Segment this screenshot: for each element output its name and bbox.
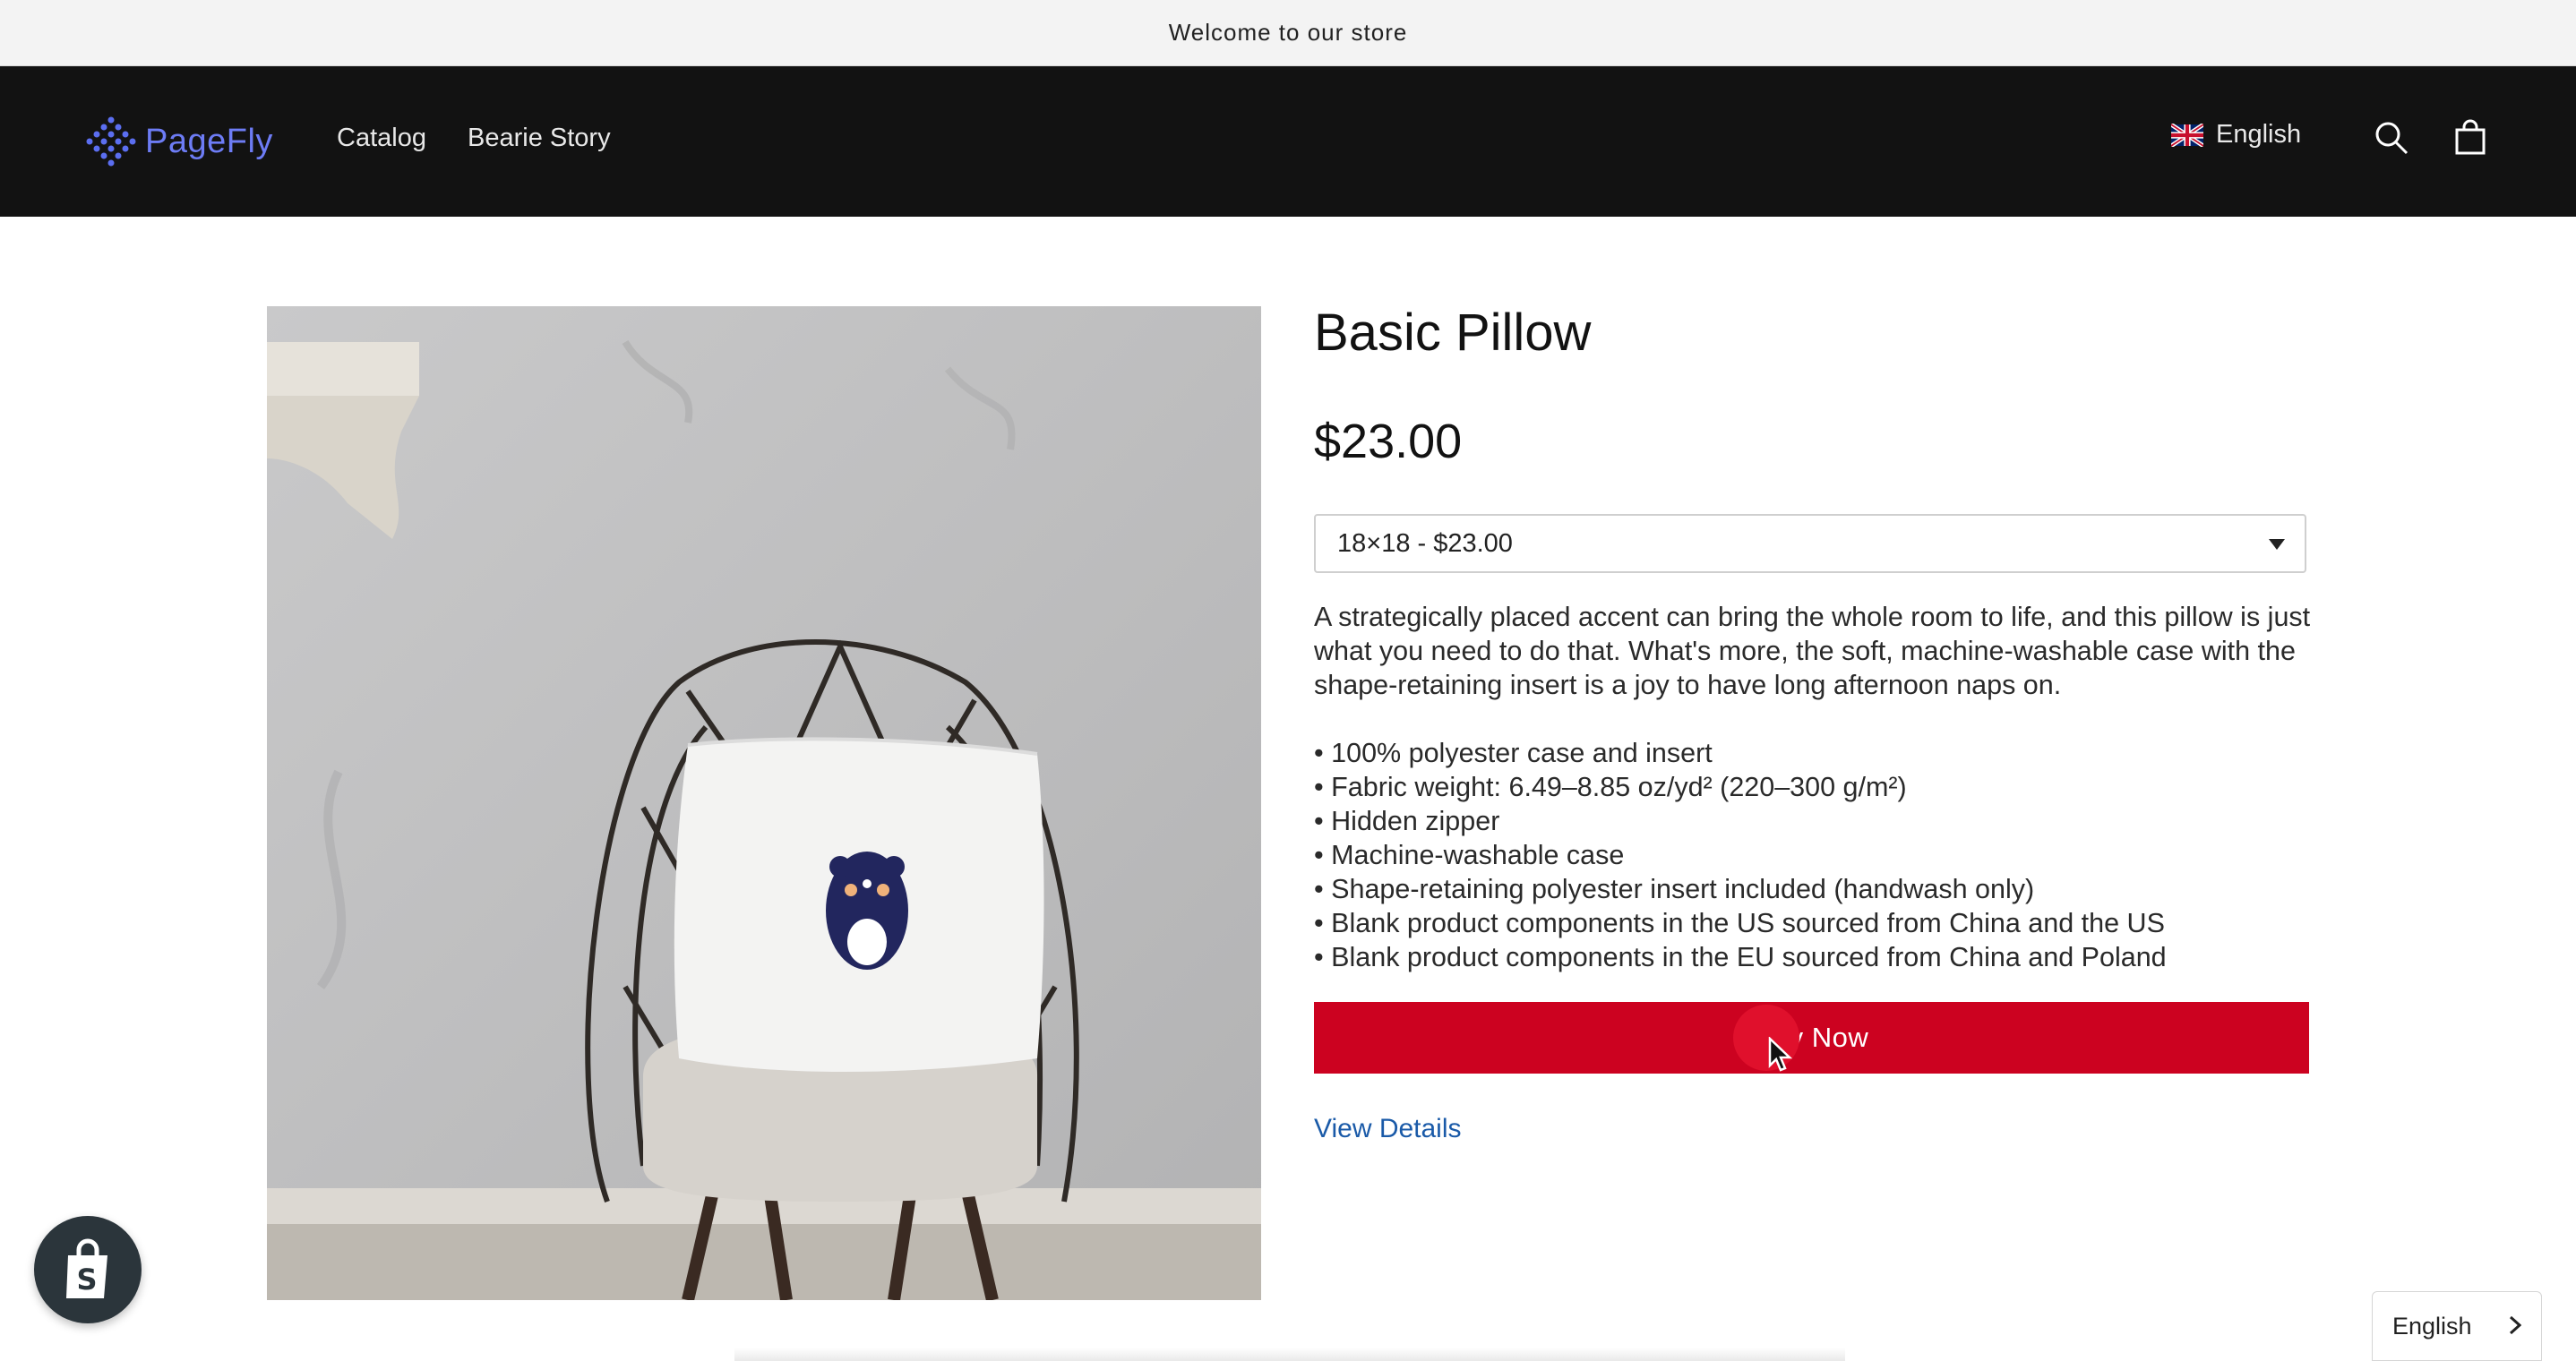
view-details-link[interactable]: View Details [1314,1114,1462,1144]
feature-item: • Blank product components in the EU sou… [1314,942,2167,972]
announcement-text: Welcome to our store [1168,19,1408,46]
shopify-badge[interactable]: S [34,1216,142,1323]
variant-select[interactable]: 18×18 - $23.00 [1314,514,2306,573]
svg-text:S: S [76,1263,97,1297]
mouse-cursor-icon [1768,1037,1793,1072]
cart-button[interactable] [2447,115,2494,161]
chevron-right-icon [2509,1315,2521,1335]
feature-item: • 100% polyester case and insert [1314,738,1713,768]
logo-link[interactable]: PageFly [86,113,273,170]
product-description: A strategically placed accent can bring … [1314,600,2326,974]
language-label: English [2216,120,2302,149]
cart-icon [2455,119,2486,155]
feature-item: • Shape-retaining polyester insert inclu… [1314,874,2035,904]
pillow-chair-photo [267,306,1261,1300]
shopify-bag-icon: S [66,1238,107,1298]
product-image[interactable] [267,306,1261,1300]
nav-bearie-story[interactable]: Bearie Story [468,124,611,153]
page-divider [734,1348,1845,1361]
nav-catalog[interactable]: Catalog [337,124,426,153]
uk-flag-icon [2171,123,2203,147]
variant-selected-value: 18×18 - $23.00 [1337,528,1513,558]
feature-item: • Fabric weight: 6.49–8.85 oz/yd² (220–3… [1314,772,1907,802]
buy-now-button[interactable]: Buy Now [1314,1002,2309,1074]
language-widget-label: English [2392,1312,2472,1340]
logo-text: PageFly [145,122,273,160]
search-button[interactable] [2368,115,2415,161]
site-header: PageFly Catalog Bearie Story English [0,66,2576,217]
feature-list: • 100% polyester case and insert • Fabri… [1314,736,2326,974]
feature-item: • Hidden zipper [1314,806,1500,836]
announcement-bar: Welcome to our store [0,0,2576,66]
product-title: Basic Pillow [1314,304,1592,362]
description-text: A strategically placed accent can bring … [1314,602,2311,700]
caret-down-icon [2269,539,2285,550]
language-selector[interactable]: English [2171,120,2301,150]
language-switcher-widget[interactable]: English [2372,1291,2542,1361]
product-price: $23.00 [1314,415,1463,468]
feature-item: • Blank product components in the US sou… [1314,908,2165,938]
pagefly-logo-icon [86,116,136,167]
search-icon [2375,122,2409,155]
feature-item: • Machine-washable case [1314,840,1625,870]
